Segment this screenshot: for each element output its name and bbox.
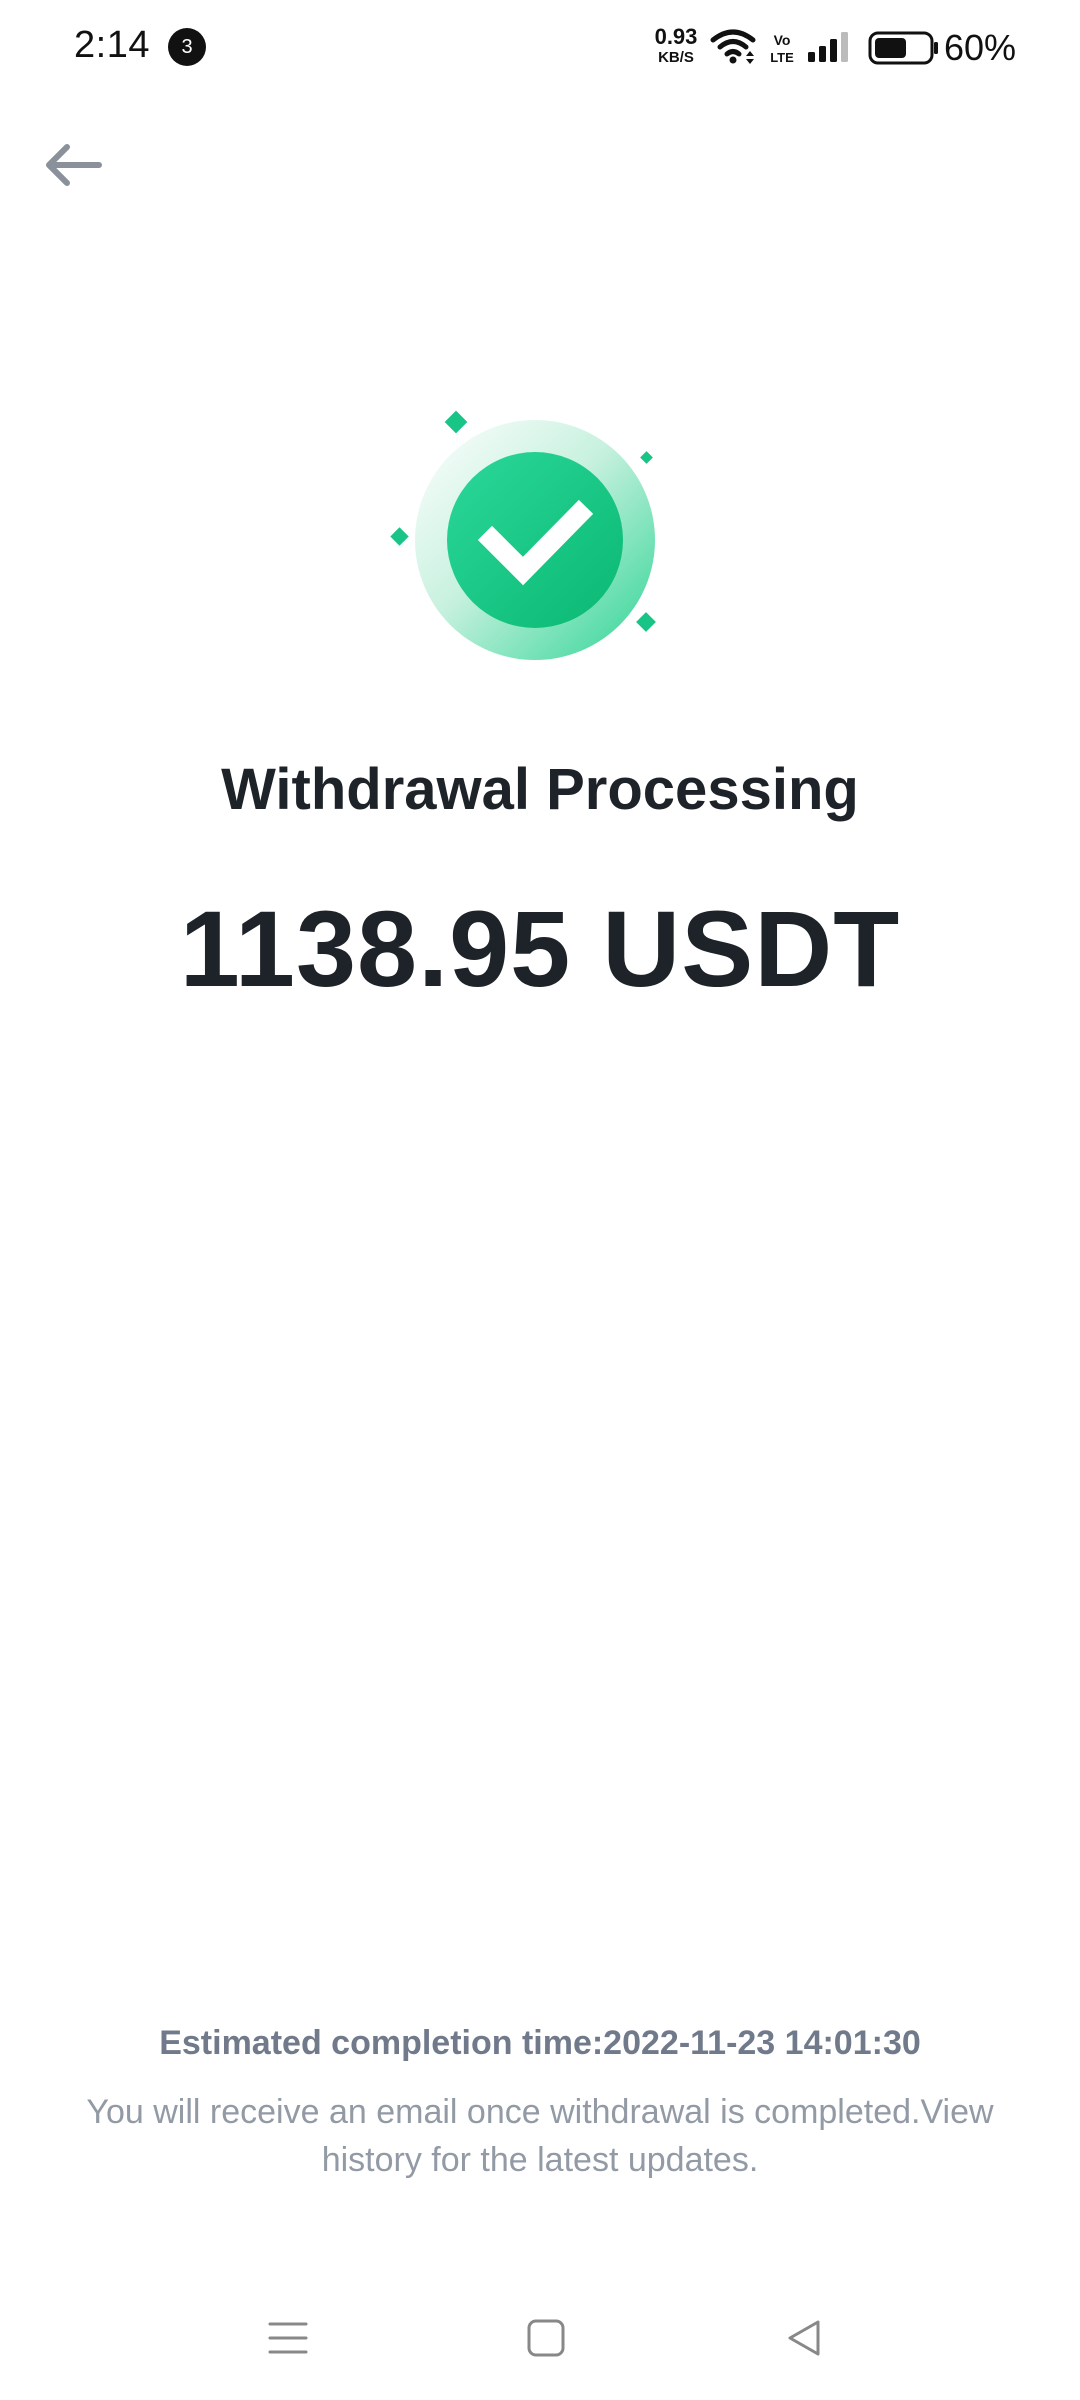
network-speed-unit: KB/S (658, 49, 694, 66)
network-speed-value: 0.93 (654, 24, 698, 49)
estimated-completion-time: Estimated completion time:2022-11-23 14:… (159, 2024, 921, 2062)
notification-count-badge: 3 (168, 28, 206, 66)
email-notice-text: You will receive an email once withdrawa… (86, 2093, 921, 2131)
email-notice: You will receive an email once withdrawa… (40, 2088, 1040, 2184)
status-bar: 2:14 3 0.93 KB/S Vo LTE 60% (0, 0, 1080, 96)
home-square-icon (527, 2319, 565, 2357)
success-check-illustration (390, 410, 656, 660)
wifi-icon (710, 29, 756, 64)
sparkle-icon (444, 410, 468, 434)
back-triangle-icon (788, 2320, 820, 2356)
home-button[interactable] (516, 2308, 576, 2368)
volte-label-bottom: LTE (770, 50, 794, 65)
volte-icon: Vo LTE (770, 32, 794, 65)
back-button[interactable] (36, 128, 110, 202)
volte-label-top: Vo (774, 32, 791, 48)
network-speed: 0.93 KB/S (648, 24, 704, 66)
view-history-link[interactable]: View (920, 2093, 993, 2131)
withdrawal-amount: 1138.95 USDT (179, 888, 901, 1009)
sparkle-icon (390, 527, 409, 546)
arrow-left-icon (46, 144, 102, 186)
system-navigation-bar (0, 2280, 1080, 2400)
sparkle-icon (636, 612, 656, 632)
sparkle-icon (640, 451, 653, 464)
signal-strength-icon (808, 32, 848, 62)
check-circle-icon (447, 452, 623, 628)
recent-apps-button[interactable] (258, 2308, 318, 2368)
battery-icon (868, 31, 938, 65)
status-title: Withdrawal Processing (221, 757, 859, 822)
menu-icon (268, 2322, 308, 2354)
email-notice-suffix: history for the latest updates. (321, 2141, 759, 2179)
system-back-button[interactable] (774, 2308, 834, 2368)
battery-percent: 60% (944, 27, 1017, 68)
status-time: 2:14 (74, 24, 150, 66)
withdrawal-processing-screen: 2:14 3 0.93 KB/S Vo LTE 60% Withdrawal P… (0, 0, 1080, 2400)
